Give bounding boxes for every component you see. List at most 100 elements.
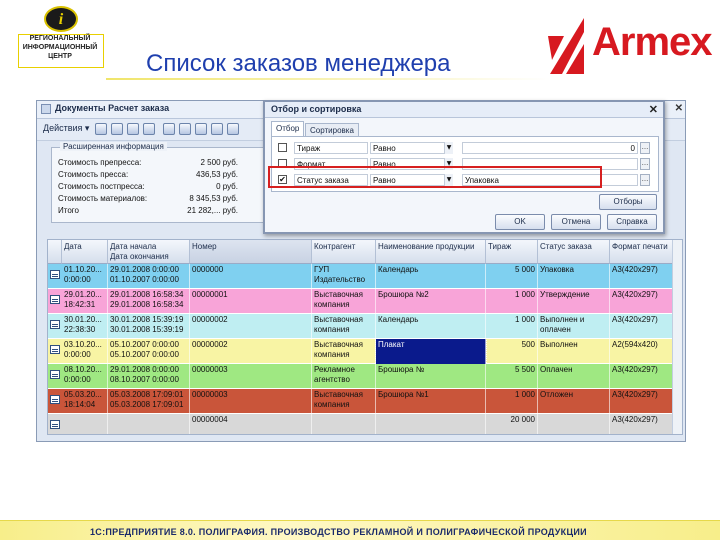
edit-icon[interactable] — [127, 123, 139, 135]
select-button[interactable]: … — [640, 142, 650, 154]
table-cell: 1 000 — [486, 389, 538, 414]
actions-menu-button[interactable]: Действия ▾ — [43, 123, 89, 134]
table-cell — [376, 414, 486, 434]
table-cell: Брошюра № — [376, 364, 486, 389]
table-cell: 00000002 — [190, 314, 312, 339]
dialog-close-icon[interactable]: ✕ — [649, 103, 658, 116]
table-cell: Выставочная компания — [312, 314, 376, 339]
table-cell: 1 000 — [486, 289, 538, 314]
table-cell: 30.01.2008 15:39:19 30.01.2008 15:39:19 — [108, 314, 190, 339]
slide: i РЕГИОНАЛЬНЫЙ ИНФОРМАЦИОННЫЙ ЦЕНТР Спис… — [0, 0, 720, 540]
table-cell: Брошюра №1 — [376, 389, 486, 414]
table-row[interactable]: 00000004 20 000 А3(420x297) — [48, 414, 682, 434]
table-cell: А2(594x420) — [610, 339, 674, 364]
delete-icon[interactable] — [143, 123, 155, 135]
table-cell: А3(420x297) — [610, 289, 674, 314]
add-icon[interactable] — [95, 123, 107, 135]
table-cell: 00000003 — [190, 389, 312, 414]
orders-table: Дата Дата начала Дата окончания Номер Ко… — [47, 239, 683, 435]
table-cell: А3(420x297) — [610, 414, 674, 434]
column-header-number[interactable]: Номер — [190, 240, 312, 264]
table-cell: Выполнен и оплачен — [538, 314, 610, 339]
tab-filter[interactable]: Отбор — [271, 121, 305, 137]
tab-sort[interactable]: Сортировка — [305, 123, 359, 137]
extended-info-panel: Расширенная информация Стоимость препрес… — [51, 142, 281, 223]
refresh-icon[interactable] — [195, 123, 207, 135]
logo-line: РЕГИОНАЛЬНЫЙ — [29, 35, 91, 42]
sort-icon[interactable] — [179, 123, 191, 135]
table-cell: 29.01.20... 18:42:31 — [62, 289, 108, 314]
column-header-start-end[interactable]: Дата начала Дата окончания — [108, 240, 190, 264]
table-cell: ГУП Издательство — [312, 264, 376, 289]
ext-info-row: Итого 21 282,... руб. — [58, 206, 238, 215]
table-cell: 03.10.20... 0:00:00 — [62, 339, 108, 364]
help-button[interactable]: Справка — [607, 214, 657, 230]
filter-checkbox[interactable] — [278, 143, 287, 152]
table-cell: А3(420x297) — [610, 314, 674, 339]
table-row[interactable]: 03.10.20... 0:00:00 05.10.2007 0:00:00 05… — [48, 338, 682, 365]
document-icon — [41, 104, 51, 114]
table-cell: 30.01.20... 22:38:30 — [62, 314, 108, 339]
copy-icon[interactable] — [111, 123, 123, 135]
column-header-circulation[interactable]: Тираж — [486, 240, 538, 264]
table-cell: 29.01.2008 0:00:00 01.10.2007 0:00:00 — [108, 264, 190, 289]
table-cell: Выставочная компания — [312, 289, 376, 314]
table-cell: Календарь — [376, 264, 486, 289]
select-button[interactable]: … — [640, 174, 650, 186]
document-icon — [50, 345, 60, 354]
settings-icon[interactable] — [227, 123, 239, 135]
cancel-button[interactable]: Отмена — [551, 214, 601, 230]
info-logo-icon: i — [44, 6, 78, 32]
select-button[interactable]: … — [640, 158, 650, 170]
table-cell: 00000003 — [190, 364, 312, 389]
filter-value-input[interactable]: 0 — [462, 142, 638, 154]
document-icon — [50, 395, 60, 404]
filters-button[interactable]: Отборы — [599, 194, 657, 210]
highlight-box — [268, 166, 602, 188]
ext-info-row: Стоимость препресса: 2 500 руб. — [58, 158, 238, 167]
table-cell: 0000000 — [190, 264, 312, 289]
slide-title: Список заказов менеджера — [146, 50, 451, 77]
table-row[interactable]: 29.01.20... 18:42:31 29.01.2008 16:58:34 … — [48, 289, 682, 314]
table-cell: 5 500 — [486, 364, 538, 389]
chevron-down-icon[interactable]: ▼ — [444, 142, 453, 154]
table-cell: Выполнен — [538, 339, 610, 364]
table-cell: 05.03.20... 18:14:04 — [62, 389, 108, 414]
column-header-counterparty[interactable]: Контрагент — [312, 240, 376, 264]
filter-icon[interactable] — [163, 123, 175, 135]
table-row[interactable]: 08.10.20... 0:00:00 29.01.2008 0:00:00 08… — [48, 364, 682, 389]
document-icon — [50, 320, 60, 329]
filter-compare-select[interactable]: Равно — [370, 142, 452, 154]
table-cell — [538, 414, 610, 434]
ext-info-row: Стоимость материалов: 8 345,53 руб. — [58, 194, 238, 203]
column-header-print-format[interactable]: Формат печати — [610, 240, 674, 264]
filter-row: Тираж Равно ▼ 0 … — [276, 141, 656, 156]
table-row[interactable]: 01.10.20... 0:00:00 29.01.2008 0:00:00 01… — [48, 264, 682, 289]
extended-info-caption: Расширенная информация — [60, 142, 167, 151]
table-cell: 05.03.2008 17:09:01 05.03.2008 17:09:01 — [108, 389, 190, 414]
table-cell: Утверждение — [538, 289, 610, 314]
regional-info-center-logo: i РЕГИОНАЛЬНЫЙ ИНФОРМАЦИОННЫЙ ЦЕНТР — [14, 4, 106, 70]
table-cell: Выставочная компания — [312, 389, 376, 414]
table-cell: 1 000 — [486, 314, 538, 339]
table-cell: 500 — [486, 339, 538, 364]
table-row[interactable]: 30.01.20... 22:38:30 30.01.2008 15:39:19 … — [48, 314, 682, 339]
table-cell: 5 000 — [486, 264, 538, 289]
logo-line: ИНФОРМАЦИОННЫЙ — [22, 44, 98, 51]
close-icon[interactable]: ✕ — [675, 103, 683, 114]
footer-bar: 1С:ПРЕДПРИЯТИЕ 8.0. ПОЛИГРАФИЯ. ПРОИЗВОД… — [0, 520, 720, 540]
dialog-title: Отбор и сортировка ✕ — [265, 102, 663, 118]
table-row[interactable]: 05.03.20... 18:14:04 05.03.2008 17:09:01 … — [48, 389, 682, 414]
filter-field: Тираж — [294, 142, 368, 154]
column-header-status[interactable]: Статус заказа — [538, 240, 610, 264]
table-cell — [108, 414, 190, 434]
print-icon[interactable] — [211, 123, 223, 135]
column-header-product[interactable]: Наименование продукции — [376, 240, 486, 264]
table-cell — [62, 414, 108, 434]
table-cell: А3(420x297) — [610, 364, 674, 389]
vertical-scrollbar[interactable] — [672, 240, 682, 434]
table-cell: Отложен — [538, 389, 610, 414]
ok-button[interactable]: OK — [495, 214, 545, 230]
column-header-date[interactable]: Дата — [62, 240, 108, 264]
table-cell: 01.10.20... 0:00:00 — [62, 264, 108, 289]
